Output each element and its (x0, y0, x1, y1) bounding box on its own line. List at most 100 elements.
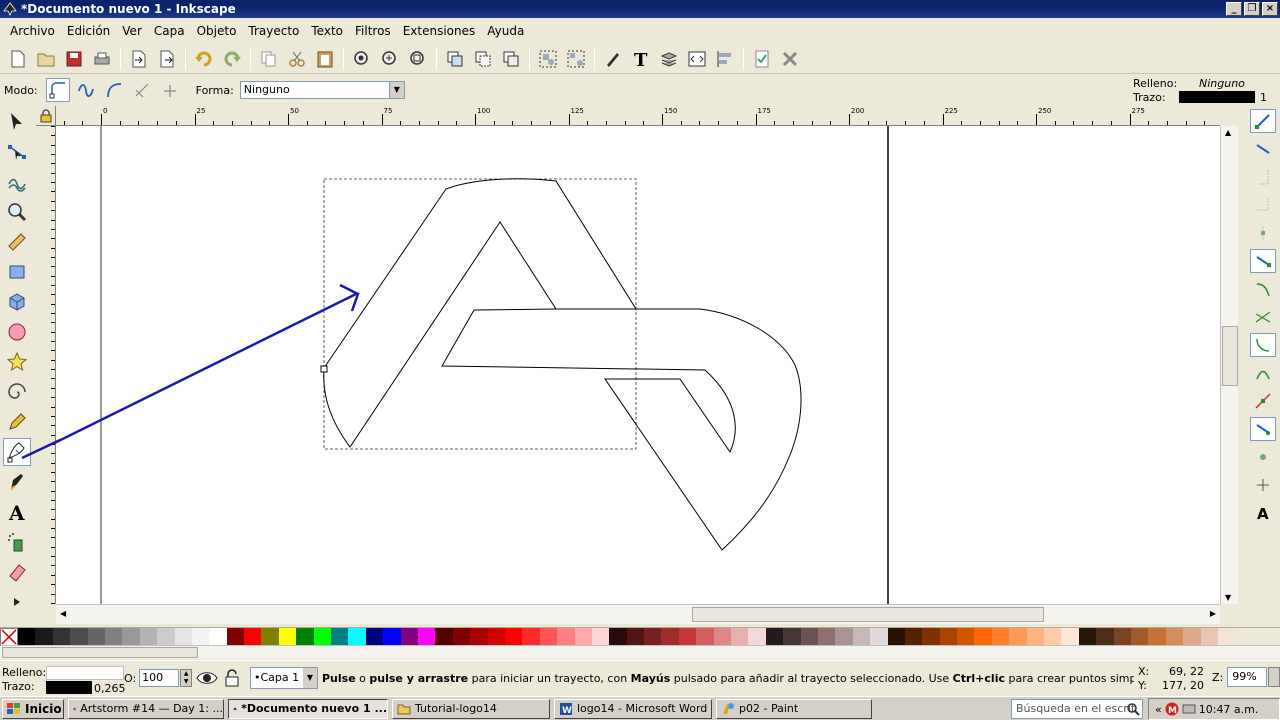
text-font-icon[interactable]: T (629, 47, 653, 71)
palette-swatch[interactable] (939, 628, 958, 646)
vertical-scrollbar[interactable]: ▲ ▼ (1220, 126, 1238, 604)
snap-enable-icon[interactable] (1250, 109, 1276, 133)
palette-swatch[interactable] (609, 628, 627, 646)
group-icon[interactable] (536, 47, 560, 71)
export-icon[interactable] (155, 47, 179, 71)
palette-swatch[interactable] (817, 628, 836, 646)
eraser-tool-icon[interactable] (3, 558, 31, 586)
snap-midpoints-icon[interactable] (1250, 389, 1276, 413)
palette-swatch[interactable] (35, 628, 53, 646)
ellipse-tool-icon[interactable] (3, 318, 31, 346)
menu-trayecto[interactable]: Trayecto (242, 24, 305, 38)
palette-swatch[interactable] (626, 628, 645, 646)
palette-swatch[interactable] (174, 628, 192, 646)
palette-swatch[interactable] (400, 628, 418, 646)
straight-mode-icon[interactable] (130, 78, 154, 102)
palette-swatch[interactable] (539, 628, 558, 646)
palette-swatch[interactable] (383, 628, 401, 646)
spiral-tool-icon[interactable] (3, 378, 31, 406)
snap-smooth-nodes-icon[interactable] (1250, 361, 1276, 385)
task-firefox[interactable]: Artstorm #14 — Day 1: ... (68, 698, 224, 719)
snap-nodes-icon[interactable] (1250, 249, 1276, 273)
palette-swatch[interactable] (887, 628, 905, 646)
chevron-down-icon[interactable]: ▼ (388, 82, 404, 98)
toolbox-more-icon[interactable] (3, 588, 31, 616)
palette-swatch[interactable] (452, 628, 471, 646)
cut-icon[interactable] (285, 47, 309, 71)
xml-editor-icon[interactable] (685, 47, 709, 71)
palette-swatch[interactable] (417, 628, 436, 646)
task-inkscape[interactable]: *Documento nuevo 1 ... (228, 698, 388, 719)
opacity-input[interactable]: 100 (139, 669, 180, 687)
tweak-tool-icon[interactable] (3, 168, 31, 196)
palette-swatch[interactable] (1165, 628, 1184, 646)
palette-swatch[interactable] (157, 628, 175, 646)
zoom-tool-icon[interactable] (3, 198, 31, 226)
gmail-icon[interactable]: M (1165, 702, 1179, 716)
palette-swatch[interactable] (783, 628, 801, 646)
palette-swatch[interactable] (852, 628, 871, 646)
snap-text-baseline-icon[interactable]: A (1250, 501, 1276, 525)
ungroup-icon[interactable] (564, 47, 588, 71)
preferences-icon[interactable] (778, 47, 802, 71)
palette-swatch[interactable] (922, 628, 940, 646)
snap-bbox-edges-icon[interactable] (1250, 165, 1276, 189)
palette-swatch[interactable] (1096, 628, 1114, 646)
rectangle-tool-icon[interactable] (3, 258, 31, 286)
palette-swatch[interactable] (1078, 628, 1097, 646)
palette-swatch[interactable] (991, 628, 1010, 646)
task-paint[interactable]: p02 - Paint (716, 698, 872, 719)
palette-swatch[interactable] (313, 628, 332, 646)
palette-swatch[interactable] (261, 628, 279, 646)
layers-icon[interactable] (657, 47, 681, 71)
palette-swatch[interactable] (1026, 628, 1045, 646)
palette-swatch[interactable] (487, 628, 505, 646)
zoom-selection-icon[interactable] (350, 47, 374, 71)
palette-swatch[interactable] (70, 628, 88, 646)
palette-swatch[interactable] (209, 628, 227, 646)
palette-swatch[interactable] (278, 628, 297, 646)
stroke-swatch[interactable] (1179, 91, 1255, 103)
calligraphy-tool-icon[interactable] (3, 468, 31, 496)
bezier-mode-icon[interactable] (45, 78, 70, 102)
palette-swatch[interactable] (52, 628, 71, 646)
search-icon[interactable] (1126, 702, 1140, 716)
scroll-up-icon[interactable]: ▲ (1225, 128, 1231, 137)
palette-swatch[interactable] (835, 628, 853, 646)
palette-swatch[interactable] (574, 628, 592, 646)
network-icon[interactable] (1182, 702, 1196, 716)
tray-expand-icon[interactable]: « (1155, 703, 1162, 716)
scroll-left-icon[interactable]: ◀ (60, 609, 66, 618)
align-distribute-icon[interactable] (713, 47, 737, 71)
vertical-ruler[interactable] (36, 126, 56, 604)
status-stroke-swatch[interactable] (46, 681, 92, 694)
palette-swatch[interactable] (1148, 628, 1166, 646)
palette-swatch[interactable] (1200, 628, 1218, 646)
palette-swatch[interactable] (365, 628, 384, 646)
close-button[interactable]: × (1262, 2, 1278, 16)
zoom-input[interactable]: 99% (1227, 667, 1268, 687)
snap-intersections-icon[interactable] (1250, 305, 1276, 329)
menu-objeto[interactable]: Objeto (191, 24, 243, 38)
horizontal-scroll-thumb[interactable] (692, 607, 1044, 622)
chevron-down-icon[interactable]: ▼ (303, 668, 317, 688)
spiro-mode-icon[interactable] (74, 78, 98, 102)
palette-swatch[interactable] (974, 628, 992, 646)
menu-edicion[interactable]: Edición (61, 24, 116, 38)
vertical-scroll-thumb[interactable] (1222, 326, 1238, 386)
palette-swatch[interactable] (800, 628, 818, 646)
menu-capa[interactable]: Capa (148, 24, 191, 38)
import-icon[interactable] (127, 47, 151, 71)
copy-icon[interactable] (257, 47, 281, 71)
palette-swatch[interactable] (904, 628, 923, 646)
palette-swatch[interactable] (522, 628, 540, 646)
palette-swatch[interactable] (139, 628, 158, 646)
spray-tool-icon[interactable] (3, 528, 31, 556)
ruler-corner-lock-icon[interactable] (36, 106, 56, 126)
layer-select[interactable]: •Capa 1 ▼ (250, 667, 318, 689)
menu-ayuda[interactable]: Ayuda (481, 24, 530, 38)
horizontal-ruler[interactable]: 0 25 50 75 100 125 150 175 200 225 250 275 (56, 106, 1220, 126)
snap-bbox-icon[interactable] (1250, 137, 1276, 161)
3d-box-tool-icon[interactable] (3, 288, 31, 316)
palette-swatch[interactable] (1061, 628, 1079, 646)
